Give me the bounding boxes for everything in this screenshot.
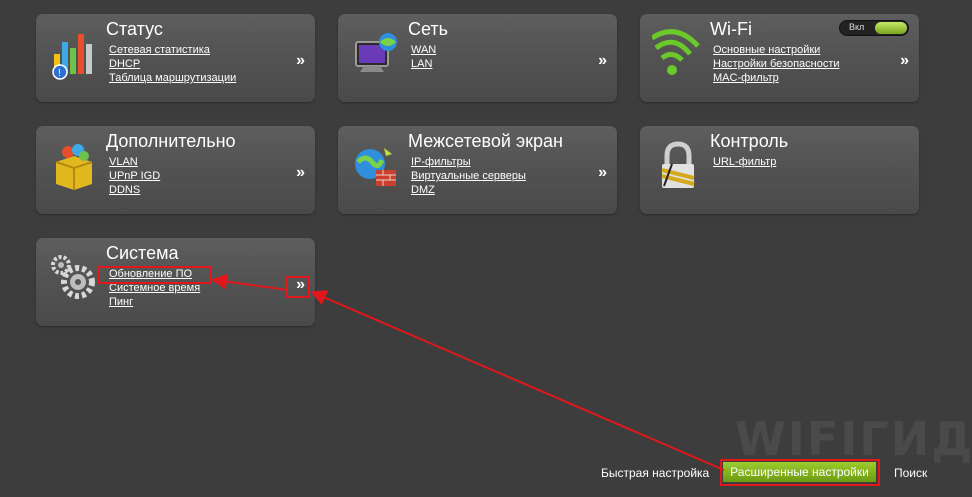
card-wifi: Wi-Fi Вкл Основные настройки Настройки б… [640,14,919,102]
advanced-more-button[interactable]: » [296,164,305,182]
link-security-settings[interactable]: Настройки безопасности [713,57,840,71]
chart-icon: ! [52,34,92,80]
card-firewall: Межсетевой экран IP-фильтры Виртуальные … [338,126,617,214]
link-network-stats[interactable]: Сетевая статистика [109,43,236,57]
link-upnp[interactable]: UPnP IGD [109,169,160,183]
highlight-firmware-update [98,266,211,284]
gears-icon [51,255,95,299]
arrow-to-system-more [310,290,725,471]
card-title: Контроль [710,131,789,151]
wifi-icon [652,29,700,75]
link-lan[interactable]: LAN [411,57,436,71]
link-url-filter[interactable]: URL-фильтр [713,155,776,169]
card-title: Wi-Fi [710,19,752,39]
card-status: ! Статус Сетевая статистика DHCP Таблица… [36,14,315,102]
link-mac-filter[interactable]: MAC-фильтр [713,71,840,85]
quick-setup-link[interactable]: Быстрая настройка [601,466,709,480]
wifi-toggle[interactable]: Вкл [839,20,909,36]
highlight-system-more [286,276,310,298]
link-basic-settings[interactable]: Основные настройки [713,43,840,57]
link-routing-table[interactable]: Таблица маршрутизации [109,71,236,85]
card-title: Сеть [408,19,449,39]
link-ddns[interactable]: DDNS [109,183,160,197]
network-more-button[interactable]: » [598,52,607,70]
watermark-logo: WIFIГИД [735,412,972,466]
highlight-advanced-settings [720,459,880,486]
padlock-icon [661,141,695,188]
link-virtual-servers[interactable]: Виртуальные серверы [411,169,526,183]
card-title: Система [106,243,179,263]
card-network: Сеть WAN LAN » [338,14,617,102]
card-title: Межсетевой экран [408,131,563,151]
card-control: Контроль URL-фильтр [640,126,919,214]
link-vlan[interactable]: VLAN [109,155,160,169]
search-link[interactable]: Поиск [894,466,927,480]
status-more-button[interactable]: » [296,52,305,70]
card-title: Дополнительно [106,131,236,151]
globe-brick-icon [355,148,396,186]
gift-box-icon [55,144,93,190]
card-title: Статус [106,19,163,39]
svg-text:!: ! [58,68,61,79]
monitor-globe-icon [355,33,397,72]
toggle-knob [875,22,907,34]
firewall-more-button[interactable]: » [598,164,607,182]
card-advanced: Дополнительно VLAN UPnP IGD DDNS » [36,126,315,214]
wifi-more-button[interactable]: » [900,52,909,70]
toggle-label: Вкл [849,22,865,32]
link-dmz[interactable]: DMZ [411,183,526,197]
link-wan[interactable]: WAN [411,43,436,57]
link-ping[interactable]: Пинг [109,295,200,309]
link-ip-filters[interactable]: IP-фильтры [411,155,526,169]
link-dhcp[interactable]: DHCP [109,57,236,71]
